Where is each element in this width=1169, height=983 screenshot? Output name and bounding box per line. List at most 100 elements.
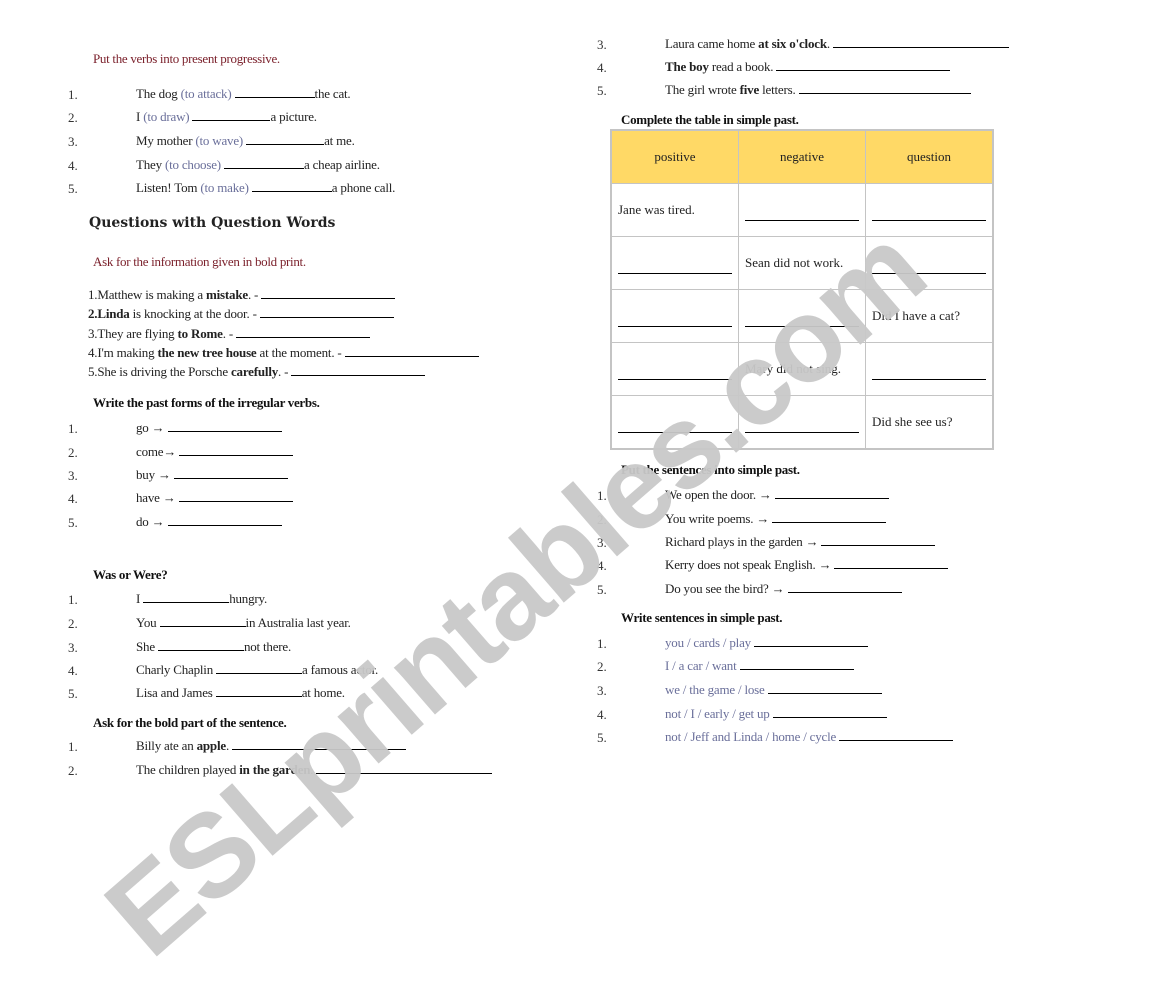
table-cell-blank[interactable] (738, 289, 866, 343)
answer-blank[interactable] (618, 272, 732, 274)
answer-blank[interactable] (173, 467, 288, 479)
table-cell-blank[interactable] (610, 289, 739, 343)
answer-blank[interactable] (739, 658, 854, 670)
write-sentence-item: I / a car / want (665, 658, 854, 674)
progressive-instruction: Put the verbs into present progressive. (93, 51, 280, 66)
answer-blank[interactable] (234, 86, 315, 98)
question-item: 4.I'm making the new tree house at the m… (88, 345, 479, 361)
answer-blank[interactable] (745, 219, 859, 221)
table-cell-blank[interactable] (865, 342, 994, 396)
answer-blank[interactable] (246, 133, 325, 145)
answer-blank[interactable] (745, 431, 859, 433)
bold-text: mistake (206, 287, 248, 302)
answer-blank[interactable] (192, 109, 271, 121)
item-number: 2. (68, 616, 78, 631)
answer-blank[interactable] (159, 615, 246, 627)
table-cell-blank[interactable] (738, 395, 866, 450)
answer-blank[interactable] (839, 729, 954, 741)
item-text: . - (222, 326, 236, 341)
item-number: 3. (597, 683, 607, 698)
item-number: 5. (68, 181, 78, 196)
answer-blank[interactable] (618, 325, 732, 327)
progressive-item: They (to choose) a cheap airline. (136, 157, 380, 173)
answer-blank[interactable] (223, 157, 304, 169)
bold-text: the new tree house (157, 345, 257, 360)
item-number: 1. (68, 87, 78, 102)
answer-blank[interactable] (834, 557, 949, 569)
item-number: 2. (597, 512, 607, 527)
answer-blank[interactable] (753, 635, 868, 647)
answer-blank[interactable] (167, 514, 282, 526)
answer-blank[interactable] (798, 82, 971, 94)
item-text: 1.Matthew is making a (88, 287, 206, 302)
verb: come (136, 444, 164, 459)
item-text: Charly Chaplin (136, 662, 217, 677)
table-cell-blank[interactable] (865, 183, 994, 237)
answer-blank[interactable] (291, 364, 426, 376)
answer-blank[interactable] (618, 431, 732, 433)
bold-part-heading: Ask for the bold part of the sentence. (93, 715, 287, 730)
item-text: a picture. (270, 109, 317, 124)
table-row: Sean did not work. (610, 236, 994, 290)
column-header-positive: positive (610, 129, 739, 184)
bold-text: five (739, 82, 760, 97)
answer-blank[interactable] (774, 487, 889, 499)
irregular-item: come→ (136, 444, 294, 460)
arrow-icon: → (162, 490, 176, 505)
was-were-item: I hungry. (136, 591, 267, 607)
table-cell-blank[interactable] (610, 342, 739, 396)
simple-past-item: You write poems. → (665, 511, 887, 527)
answer-blank[interactable] (872, 272, 986, 274)
answer-blank[interactable] (344, 345, 479, 357)
answer-blank[interactable] (872, 378, 986, 380)
verb: buy (136, 467, 155, 482)
item-number: 1. (68, 421, 78, 436)
progressive-item: Listen! Tom (to make) a phone call. (136, 180, 395, 196)
answer-blank[interactable] (157, 639, 244, 651)
table-cell-blank[interactable] (610, 395, 739, 450)
answer-blank[interactable] (767, 682, 882, 694)
answer-blank[interactable] (821, 534, 936, 546)
verb-hint: (to make) (200, 180, 249, 195)
answer-blank[interactable] (261, 287, 396, 299)
answer-blank[interactable] (216, 662, 303, 674)
table-cell: Jane was tired. (610, 183, 739, 237)
answer-blank[interactable] (772, 511, 887, 523)
answer-blank[interactable] (143, 591, 230, 603)
answer-blank[interactable] (259, 306, 394, 318)
answer-blank[interactable] (776, 59, 951, 71)
write-sentence-item: not / I / early / get up (665, 706, 887, 722)
write-sentence-item: not / Jeff and Linda / home / cycle (665, 729, 954, 745)
answer-blank[interactable] (167, 420, 282, 432)
answer-blank[interactable] (832, 36, 1009, 48)
bold-part-item: The children played in the garden. (136, 762, 493, 778)
item-text: You write poems. → (665, 511, 770, 526)
item-text: Billy ate an (136, 738, 197, 753)
item-number: 1. (597, 636, 607, 651)
answer-blank[interactable] (787, 581, 902, 593)
bold-part-item: Laura came home at six o'clock. (665, 36, 1009, 52)
answer-blank[interactable] (872, 219, 986, 221)
table-cell-blank[interactable] (865, 236, 994, 290)
answer-blank[interactable] (618, 378, 732, 380)
answer-blank[interactable] (236, 326, 370, 338)
item-text: at me. (324, 133, 355, 148)
item-number: 3. (597, 535, 607, 550)
item-text: Laura came home (665, 36, 759, 51)
answer-blank[interactable] (251, 180, 332, 192)
item-number: 4. (68, 491, 78, 506)
answer-blank[interactable] (232, 738, 407, 750)
simple-past-table: positive negative question Jane was tire… (610, 129, 994, 450)
answer-blank[interactable] (745, 325, 859, 327)
table-cell: Mary did not sing. (738, 342, 866, 396)
verb-hint: (to draw) (143, 109, 190, 124)
answer-blank[interactable] (772, 706, 887, 718)
question-item: 1.Matthew is making a mistake. - (88, 287, 396, 303)
item-number: 4. (68, 158, 78, 173)
answer-blank[interactable] (178, 490, 293, 502)
answer-blank[interactable] (215, 685, 302, 697)
table-cell-blank[interactable] (610, 236, 739, 290)
answer-blank[interactable] (316, 762, 493, 774)
answer-blank[interactable] (179, 444, 294, 456)
table-cell-blank[interactable] (738, 183, 866, 237)
